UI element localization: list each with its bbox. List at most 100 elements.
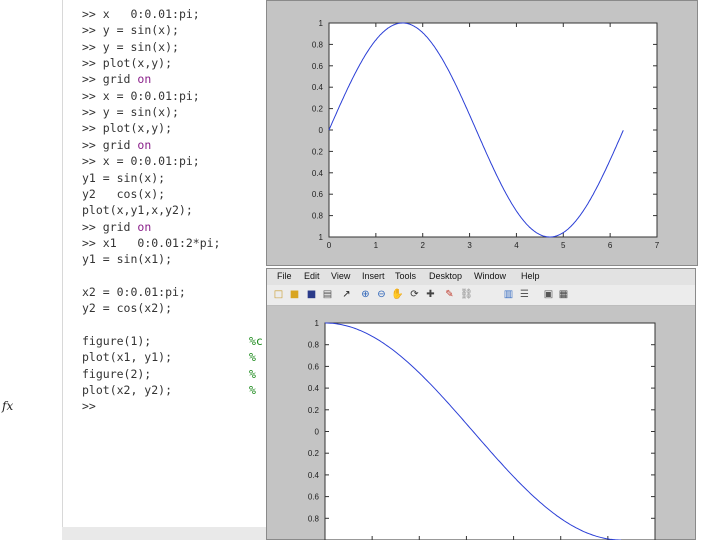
comment-text: %c [249, 334, 263, 348]
command-line: >> plot(x,y); [82, 56, 172, 71]
command-line: figure(1); [82, 334, 151, 349]
keyword-text: on [137, 137, 152, 152]
keyword-text: on [137, 72, 152, 87]
code-text: plot(x2, y2); [82, 383, 173, 398]
command-line: >> x = 0:0.01:pi; [82, 154, 200, 169]
y-tick-label: 0.4 [308, 471, 320, 480]
command-line: >> x1 0:0.01:2*pi; [82, 236, 220, 251]
prompt-text: >> [82, 72, 96, 87]
y-tick-label: 0.2 [308, 406, 320, 415]
y-tick-label: 0.6 [308, 362, 320, 371]
code-text: plot(x1, y1); [82, 350, 173, 365]
command-line: >> x 0:0.01:pi; [82, 7, 200, 22]
figure-2-window[interactable]: File Edit View Insert Tools Desktop Window Help… [266, 268, 696, 540]
x-tick-label: 7 [655, 241, 660, 250]
code-text: x2 = 0:0.01:pi; [82, 284, 186, 299]
command-line: plot(x,y1,x,y2); [82, 203, 193, 218]
command-line: >> plot(x,y); [82, 121, 172, 136]
code-text: x = 0:0.01:pi; [95, 88, 200, 103]
command-line: plot(x1, y1); [82, 350, 172, 365]
figure-2-plot: 1 0.8 0.6 0.4 0.2 0 0.2 0.4 0.6 0.8 [308, 319, 656, 540]
x-tick-label: 6 [608, 241, 613, 250]
code-text: plot(x,y1,x,y2); [82, 203, 193, 218]
code-text: grid [95, 72, 138, 87]
y-tick-label: 0.8 [312, 40, 324, 49]
code-text: grid [95, 219, 138, 234]
y-tick-label: 0.2 [312, 147, 324, 156]
y-tick-label: 0.8 [312, 212, 324, 221]
y-tick-label: 0.4 [312, 169, 324, 178]
x-tick-label: 5 [561, 241, 566, 250]
x-tick-label: 1 [374, 241, 379, 250]
prompt-text: >> [82, 121, 96, 136]
code-text: grid [95, 137, 138, 152]
command-line: >> x = 0:0.01:pi; [82, 89, 200, 104]
command-line: y2 cos(x); [82, 187, 165, 202]
function-browser-icon[interactable]: fx [2, 399, 13, 413]
y-tick-label: 0.6 [308, 493, 320, 502]
prompt-text: >> [82, 7, 96, 21]
prompt-text: >> [82, 39, 96, 54]
command-line: >> grid on [82, 220, 151, 235]
code-text: x1 0:0.01:2*pi; [95, 235, 221, 250]
command-window[interactable]: >> x 0:0.01:pi; >> y = sin(x); >> y = sin(… [62, 0, 267, 540]
y-tick-label: 1 [319, 19, 324, 28]
prompt-text: >> [82, 399, 96, 414]
command-window-footer [62, 527, 266, 540]
code-text: y = sin(x); [95, 105, 179, 120]
command-line: >> grid on [82, 138, 151, 153]
y-tick-label: 1 [315, 319, 320, 328]
code-text: y = sin(x); [95, 23, 179, 38]
code-text: y = sin(x); [95, 39, 179, 54]
command-line: plot(x2, y2); [82, 383, 172, 398]
prompt-text: >> [82, 137, 96, 152]
x-tick-label: 0 [327, 241, 332, 250]
command-line: y2 = cos(x2); [82, 301, 172, 316]
keyword-text: on [137, 219, 152, 234]
code-text: y1 = sin(x); [82, 170, 166, 185]
code-text: x 0:0.01:pi; [95, 7, 200, 21]
command-line: >> [82, 399, 96, 414]
comment-text: % [249, 383, 256, 398]
y-tick-label: 0.4 [312, 83, 324, 92]
y-tick-label: 0.4 [308, 384, 320, 393]
x-tick-label: 3 [467, 241, 472, 250]
prompt-text: >> [82, 235, 96, 250]
command-line: figure(2); [82, 367, 151, 382]
y-tick-label: 0.8 [308, 514, 320, 523]
command-line: >> grid on [82, 72, 151, 87]
comment-text: % [249, 350, 256, 365]
axes-2-box[interactable] [324, 322, 656, 540]
x-tick-label: 2 [420, 241, 425, 250]
prompt-text: >> [82, 219, 96, 234]
x-tick-label: 4 [514, 241, 519, 250]
y-tick-label: 0.8 [308, 341, 320, 350]
prompt-text: >> [82, 154, 96, 169]
code-text: figure(1); [82, 334, 152, 348]
y-tick-label: 0.6 [312, 190, 324, 199]
y-tick-label: 1 [319, 233, 324, 242]
command-line: y1 = sin(x); [82, 171, 165, 186]
axes-1-box[interactable] [328, 22, 658, 238]
comment-text: % [249, 366, 256, 381]
code-text: y2 cos(x); [82, 186, 166, 201]
code-text: y2 = cos(x2); [82, 301, 173, 316]
figure-1-window[interactable]: 1 0.8 0.6 0.4 0.2 0 0.2 0.4 0.6 0.8 1 0 1 2 3 4 5 6 7 [266, 0, 698, 266]
y-tick-label: 0 [319, 126, 324, 135]
command-line: >> y = sin(x); [82, 23, 179, 38]
code-text: x = 0:0.01:pi; [95, 154, 200, 169]
command-line: >> y = sin(x); [82, 40, 179, 55]
prompt-text: >> [82, 23, 96, 38]
command-line: >> y = sin(x); [82, 105, 179, 120]
y-tick-label: 0 [315, 428, 320, 437]
prompt-text: >> [82, 105, 96, 120]
code-text: plot(x,y); [95, 56, 173, 71]
figure-1-plot: 10.80.60.40.200.20.40.60.810 1 2 3 4 5 6 7 [312, 19, 660, 250]
code-text: plot(x,y); [95, 121, 173, 136]
code-text: figure(2); [82, 366, 152, 381]
prompt-text: >> [82, 88, 96, 103]
y-tick-label: 0.6 [312, 62, 324, 71]
prompt-text: >> [82, 56, 96, 71]
command-line: x2 = 0:0.01:pi; [82, 285, 186, 300]
code-text: y1 = sin(x1); [82, 252, 173, 267]
